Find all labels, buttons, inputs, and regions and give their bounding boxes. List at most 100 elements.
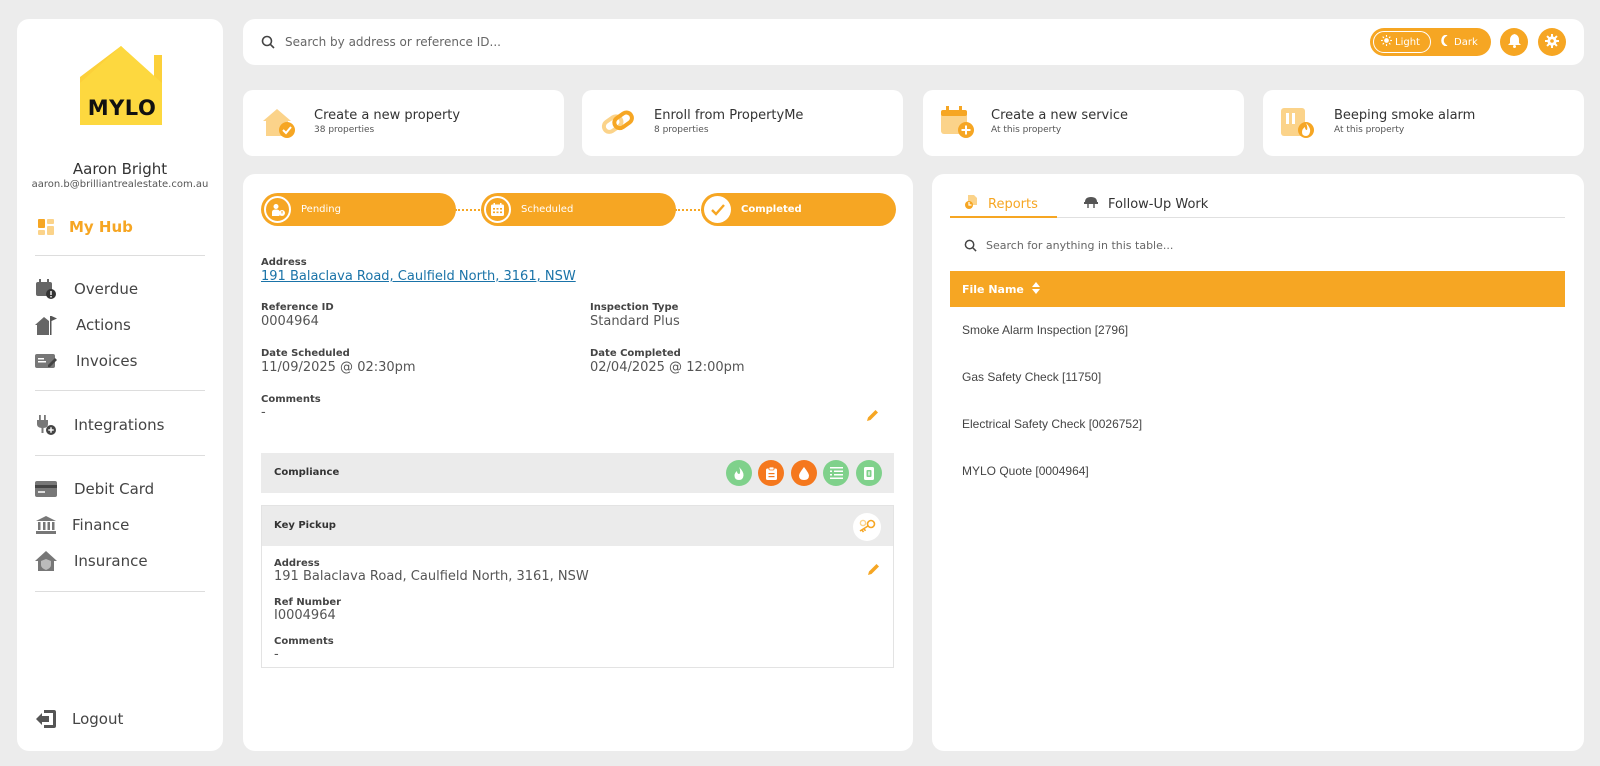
smoke-icon[interactable] bbox=[726, 460, 752, 486]
sidebar-divider bbox=[35, 455, 205, 456]
key-address-label: Address bbox=[274, 558, 320, 569]
electrical-icon[interactable] bbox=[856, 460, 882, 486]
inspection-type-label: Inspection Type bbox=[590, 302, 679, 313]
logout-button[interactable]: Logout bbox=[35, 705, 210, 733]
theme-dark-option[interactable]: Dark bbox=[1434, 31, 1488, 53]
sidebar-item-invoices[interactable]: Invoices bbox=[35, 347, 210, 375]
search-icon bbox=[261, 34, 275, 53]
tab-reports-label: Reports bbox=[988, 196, 1038, 212]
sidebar-item-finance[interactable]: Finance bbox=[35, 511, 210, 539]
calendar-alert-icon bbox=[35, 278, 57, 300]
date-completed-label: Date Completed bbox=[590, 348, 681, 359]
compliance-section: Compliance bbox=[261, 453, 894, 493]
theme-light-option[interactable]: Light bbox=[1373, 31, 1431, 53]
sidebar-item-overdue[interactable]: Overdue bbox=[35, 275, 210, 303]
sidebar-item-actions[interactable]: Actions bbox=[35, 311, 210, 339]
table-search-icon bbox=[964, 237, 977, 256]
file-name-column-header[interactable]: File Name bbox=[950, 271, 1565, 307]
address-link[interactable]: 191 Balaclava Road, Caulfield North, 316… bbox=[261, 269, 576, 284]
user-name: Aaron Bright bbox=[72, 160, 168, 178]
logo-text: MYLO bbox=[87, 96, 157, 120]
key-pickup-section: Key Pickup Address 191 Balaclava Road, C… bbox=[261, 505, 894, 668]
logout-icon bbox=[35, 708, 57, 730]
card-title: Beeping smoke alarm bbox=[1334, 108, 1476, 123]
theme-toggle[interactable]: Light Dark bbox=[1370, 28, 1491, 56]
date-scheduled-label: Date Scheduled bbox=[261, 348, 350, 359]
sidebar-item-label: Finance bbox=[72, 516, 130, 534]
hub-icon bbox=[35, 216, 57, 238]
step-connector bbox=[455, 209, 483, 211]
create-property-card[interactable]: Create a new property 38 properties bbox=[243, 90, 564, 156]
sidebar-item-integrations[interactable]: Integrations bbox=[35, 411, 210, 439]
date-completed-value: 02/04/2025 @ 12:00pm bbox=[590, 360, 745, 375]
date-scheduled-value: 11/09/2025 @ 02:30pm bbox=[261, 360, 416, 375]
table-row[interactable]: Smoke Alarm Inspection [2796] bbox=[962, 323, 1128, 337]
key-ref-label: Ref Number bbox=[274, 597, 342, 608]
column-header-label: File Name bbox=[962, 282, 1024, 296]
sun-icon bbox=[1381, 35, 1392, 49]
reports-icon bbox=[964, 195, 978, 213]
water-drop-icon[interactable] bbox=[791, 460, 817, 486]
step-pending: Pending bbox=[261, 193, 456, 226]
calendar-icon bbox=[484, 196, 511, 223]
bell-icon bbox=[1507, 33, 1521, 52]
moon-icon bbox=[1441, 34, 1451, 49]
step-completed: Completed bbox=[701, 193, 896, 226]
table-row[interactable]: Gas Safety Check [11750] bbox=[962, 370, 1101, 384]
sidebar-item-insurance[interactable]: Insurance bbox=[35, 547, 210, 575]
bank-icon bbox=[35, 514, 57, 536]
sidebar-item-label: Overdue bbox=[74, 280, 139, 298]
notifications-button[interactable] bbox=[1500, 28, 1528, 56]
sidebar-item-label: Integrations bbox=[74, 416, 165, 434]
edit-key-pickup-pencil-icon[interactable] bbox=[868, 560, 880, 579]
clipboard-icon[interactable] bbox=[758, 460, 784, 486]
key-comments-value: - bbox=[274, 647, 279, 662]
key-pickup-header: Key Pickup bbox=[262, 506, 893, 546]
sidebar-item-label: Insurance bbox=[74, 552, 148, 570]
reports-panel: Reports Follow-Up Work File Name Smoke A… bbox=[932, 174, 1584, 751]
check-icon bbox=[704, 196, 731, 223]
sidebar-divider bbox=[35, 591, 205, 592]
step-label: Pending bbox=[301, 204, 341, 215]
enroll-propertyme-card[interactable]: Enroll from PropertyMe 8 properties bbox=[582, 90, 903, 156]
smoke-alarm-icon bbox=[1281, 106, 1317, 140]
key-pickup-title: Key Pickup bbox=[274, 520, 336, 531]
search-input[interactable] bbox=[285, 30, 985, 54]
sidebar-item-debit-card[interactable]: Debit Card bbox=[35, 475, 210, 503]
theme-dark-label: Dark bbox=[1454, 36, 1478, 48]
calendar-add-icon bbox=[941, 106, 977, 140]
step-label: Scheduled bbox=[521, 204, 574, 215]
tab-follow-up-label: Follow-Up Work bbox=[1108, 196, 1209, 212]
house-flag-icon bbox=[35, 314, 57, 336]
card-subtitle: 8 properties bbox=[654, 125, 709, 135]
credit-card-icon bbox=[35, 478, 57, 500]
sidebar-item-label: Debit Card bbox=[74, 480, 155, 498]
table-row[interactable]: Electrical Safety Check [0026752] bbox=[962, 417, 1142, 431]
table-search-input[interactable] bbox=[986, 234, 1546, 256]
sidebar-divider bbox=[35, 255, 205, 256]
reference-id-value: 0004964 bbox=[261, 314, 319, 329]
key-pickup-button[interactable] bbox=[853, 513, 881, 541]
edit-comments-pencil-icon[interactable] bbox=[867, 406, 879, 425]
house-check-icon bbox=[261, 106, 297, 140]
key-comments-label: Comments bbox=[274, 636, 334, 647]
card-title: Create a new service bbox=[991, 108, 1128, 123]
table-row[interactable]: MYLO Quote [0004964] bbox=[962, 464, 1089, 478]
beeping-smoke-alarm-card[interactable]: Beeping smoke alarm At this property bbox=[1263, 90, 1584, 156]
plug-add-icon bbox=[35, 414, 57, 436]
step-connector bbox=[675, 209, 703, 211]
sidebar-item-my-hub[interactable]: My Hub bbox=[35, 213, 210, 241]
sidebar-item-label: Invoices bbox=[76, 352, 138, 370]
key-icon bbox=[858, 518, 876, 537]
active-tab-indicator bbox=[950, 216, 1057, 218]
address-label: Address bbox=[261, 257, 307, 268]
logout-label: Logout bbox=[72, 710, 124, 728]
key-address-value: 191 Balaclava Road, Caulfield North, 316… bbox=[274, 569, 589, 584]
sort-icon[interactable] bbox=[1031, 281, 1040, 297]
follow-up-work-icon bbox=[1084, 196, 1098, 212]
settings-button[interactable] bbox=[1538, 28, 1566, 56]
create-service-card[interactable]: Create a new service At this property bbox=[923, 90, 1244, 156]
checklist-icon[interactable] bbox=[823, 460, 849, 486]
card-title: Enroll from PropertyMe bbox=[654, 108, 804, 123]
mylo-logo[interactable]: MYLO bbox=[76, 43, 166, 143]
